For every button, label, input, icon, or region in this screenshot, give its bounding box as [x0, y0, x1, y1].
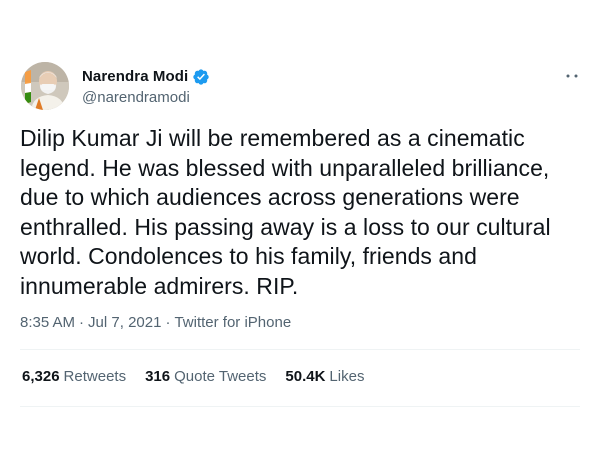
author-handle[interactable]: @narendramodi: [82, 89, 210, 106]
meta-separator: ·: [79, 314, 85, 331]
avatar[interactable]: [21, 62, 69, 110]
likes-label: Likes: [329, 368, 365, 385]
retweets-label: Retweets: [63, 368, 127, 385]
divider: [20, 349, 580, 350]
tweet-text: Dilip Kumar Ji will be remembered as a c…: [20, 125, 551, 299]
avatar-photo: [21, 62, 69, 110]
tweet-date[interactable]: Jul 7, 2021: [88, 314, 161, 331]
tweet-time[interactable]: 8:35 AM: [20, 314, 75, 331]
tweet-card: Narendra Modi @narendramodi Dilip Kumar …: [0, 0, 600, 450]
author-names: Narendra Modi @narendramodi: [82, 67, 210, 106]
likes-stat[interactable]: 50.4K Likes: [285, 368, 364, 385]
more-options-icon[interactable]: [562, 68, 582, 84]
tweet-meta: 8:35 AM · Jul 7, 2021 · Twitter for iPho…: [20, 314, 291, 331]
verified-badge-icon: [192, 68, 210, 86]
tweet-stats: 6,326 Retweets 316 Quote Tweets 50.4K Li…: [22, 368, 383, 385]
tweet-header: Narendra Modi @narendramodi: [21, 62, 210, 110]
quote-tweets-label: Quote Tweets: [174, 368, 267, 385]
tweet-source-link[interactable]: Twitter for iPhone: [174, 314, 291, 331]
likes-count: 50.4K: [285, 368, 326, 385]
name-row: Narendra Modi: [82, 67, 210, 87]
divider: [20, 406, 580, 407]
retweets-stat[interactable]: 6,326 Retweets: [22, 368, 126, 385]
retweets-count: 6,326: [22, 368, 60, 385]
quote-tweets-count: 316: [145, 368, 171, 385]
meta-separator: ·: [165, 314, 171, 331]
quote-tweets-stat[interactable]: 316 Quote Tweets: [145, 368, 266, 385]
author-display-name[interactable]: Narendra Modi: [82, 68, 188, 85]
